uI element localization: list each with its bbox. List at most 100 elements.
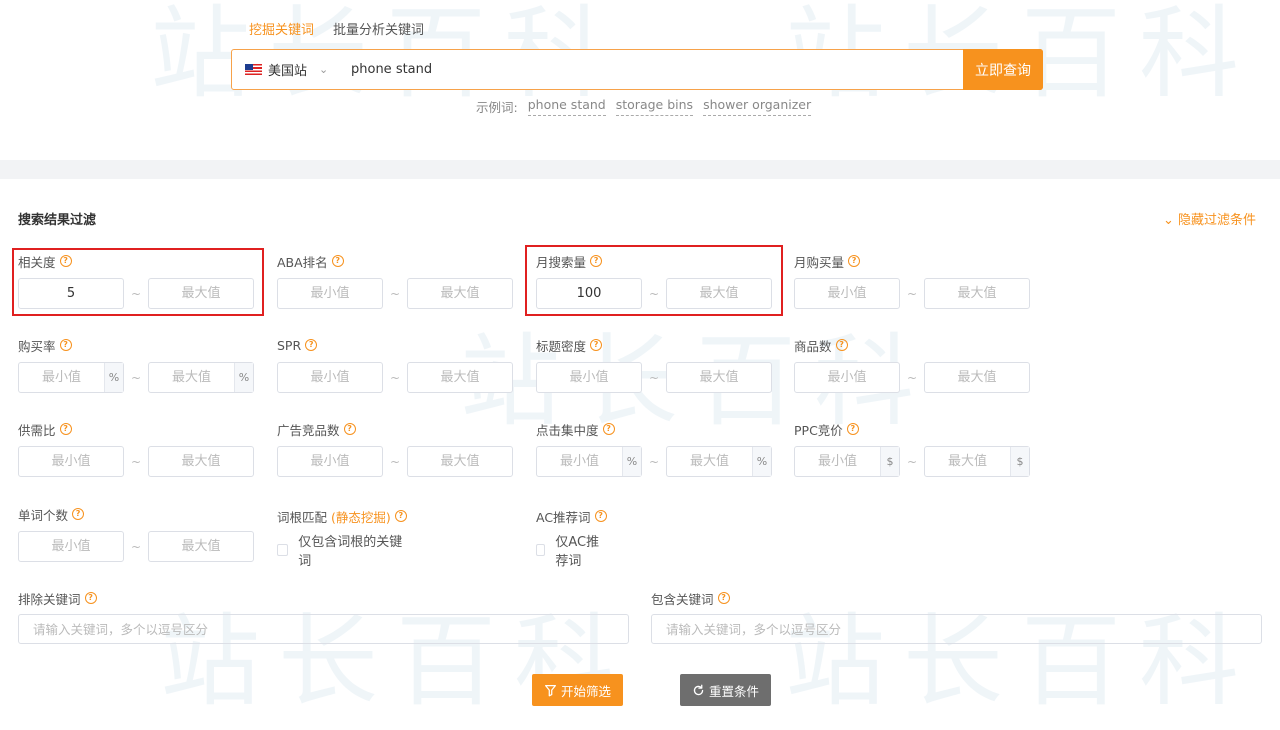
help-icon[interactable]: ? [394, 510, 407, 522]
relevance-min-input[interactable] [19, 279, 123, 308]
max-field: % [666, 446, 772, 477]
ac-only-checkbox[interactable]: 仅AC推荐词 [536, 531, 607, 569]
purchase-rate-min-input[interactable] [19, 363, 104, 392]
help-icon[interactable]: ? [59, 255, 72, 267]
product-count-max-input[interactable] [925, 363, 1029, 392]
help-icon[interactable]: ? [305, 339, 318, 351]
filter-label: 广告竞品数 [277, 422, 340, 438]
click-concentration-max-input[interactable] [667, 447, 752, 476]
help-icon[interactable]: ? [590, 255, 603, 267]
ad-product-count-max-input[interactable] [408, 447, 512, 476]
monthly-purchase-max-input[interactable] [925, 279, 1029, 308]
min-field [18, 531, 124, 562]
supply-demand-max-input[interactable] [149, 447, 253, 476]
help-icon[interactable]: ? [594, 510, 607, 522]
click-concentration-min-input[interactable] [537, 447, 622, 476]
checkbox-box[interactable] [536, 544, 546, 556]
filter-ppc-bid: PPC竞价? $ ~ $ [794, 421, 1030, 477]
purchase-rate-max-input[interactable] [149, 363, 234, 392]
help-icon[interactable]: ? [84, 592, 97, 604]
root-only-checkbox[interactable]: 仅包含词根的关键词 [277, 531, 407, 569]
range-separator: ~ [648, 286, 660, 301]
query-button[interactable]: 立即查询 [963, 49, 1043, 90]
help-icon[interactable]: ? [59, 339, 72, 351]
help-icon[interactable]: ? [717, 592, 730, 604]
chevron-down-icon: ⌄ [319, 63, 329, 76]
search-tabs: 挖掘关键词 批量分析关键词 [249, 19, 424, 42]
help-icon[interactable]: ? [835, 339, 848, 351]
range-separator: ~ [130, 370, 142, 385]
filter-relevance: 相关度? ~ [18, 253, 254, 309]
filter-click-concentration: 点击集中度? % ~ % [536, 421, 772, 477]
filter-label: 单词个数 [18, 507, 69, 523]
filter-spr: SPR? ~ [277, 337, 513, 393]
range-separator: ~ [906, 454, 918, 469]
monthly-purchase-min-input[interactable] [795, 279, 899, 308]
min-field: $ [794, 446, 900, 477]
ad-product-count-min-input[interactable] [278, 447, 382, 476]
ppc-bid-min-input[interactable] [795, 447, 880, 476]
filter-label: ABA排名 [277, 254, 328, 270]
us-flag-icon [245, 64, 262, 75]
filter-label: 商品数 [794, 338, 832, 354]
max-field [924, 278, 1030, 309]
example-keyword-link[interactable]: shower organizer [703, 97, 812, 116]
exclude-keywords-input[interactable] [18, 614, 629, 644]
checkbox-label: 仅AC推荐词 [555, 535, 600, 569]
start-filter-button[interactable]: 开始筛选 [532, 674, 623, 706]
tab-mine-keywords[interactable]: 挖掘关键词 [249, 19, 314, 42]
min-field [794, 278, 900, 309]
product-count-min-input[interactable] [795, 363, 899, 392]
spr-min-input[interactable] [278, 363, 382, 392]
max-field [407, 278, 513, 309]
help-icon[interactable]: ? [590, 339, 603, 351]
help-icon[interactable]: ? [848, 255, 861, 267]
max-field [148, 278, 254, 309]
keyword-search-input[interactable] [332, 50, 963, 89]
monthly-search-max-input[interactable] [667, 279, 771, 308]
static-mining-link[interactable]: (静态挖掘) [331, 507, 391, 526]
filter-purchase-rate: 购买率? % ~ % [18, 337, 254, 393]
aba-rank-min-input[interactable] [278, 279, 382, 308]
filter-title-density: 标题密度? ~ [536, 337, 772, 393]
help-icon[interactable]: ? [331, 255, 344, 267]
help-icon[interactable]: ? [343, 423, 356, 435]
word-count-max-input[interactable] [149, 532, 253, 561]
example-keyword-link[interactable]: phone stand [527, 97, 606, 116]
monthly-search-min-input[interactable] [537, 279, 641, 308]
title-density-max-input[interactable] [667, 363, 771, 392]
help-icon[interactable]: ? [59, 423, 72, 435]
ppc-bid-max-input[interactable] [925, 447, 1010, 476]
help-icon[interactable]: ? [72, 508, 85, 520]
spr-max-input[interactable] [408, 363, 512, 392]
example-keyword-link[interactable]: storage bins [615, 97, 694, 116]
relevance-max-input[interactable] [149, 279, 253, 308]
filter-monthly-purchase: 月购买量? ~ [794, 253, 1030, 309]
supply-demand-min-input[interactable] [19, 447, 123, 476]
range-separator: ~ [648, 454, 660, 469]
hide-filters-toggle[interactable]: ⌄ 隐藏过滤条件 [1163, 209, 1256, 228]
checkbox-box[interactable] [277, 544, 289, 556]
max-field [148, 531, 254, 562]
filter-section-title: 搜索结果过滤 [18, 213, 97, 228]
checkbox-label: 仅包含词根的关键词 [298, 535, 403, 569]
include-keywords-input[interactable] [651, 614, 1262, 644]
reset-button[interactable]: 重置条件 [680, 674, 771, 706]
max-field [924, 362, 1030, 393]
range-separator: ~ [130, 539, 142, 554]
search-bar: 美国站 ⌄ 立即查询 [231, 49, 1043, 90]
max-field [666, 362, 772, 393]
min-field [277, 446, 383, 477]
range-separator: ~ [648, 370, 660, 385]
filter-root-match: 词根匹配 (静态挖掘) ? 仅包含词根的关键词 [277, 507, 407, 569]
title-density-min-input[interactable] [537, 363, 641, 392]
tab-batch-analyze[interactable]: 批量分析关键词 [333, 19, 424, 42]
word-count-min-input[interactable] [19, 532, 123, 561]
site-selector[interactable]: 美国站 ⌄ [232, 60, 332, 79]
percent-unit: % [234, 363, 253, 392]
filter-ac-recommend: AC推荐词? 仅AC推荐词 [536, 508, 607, 569]
help-icon[interactable]: ? [602, 423, 615, 435]
aba-rank-max-input[interactable] [408, 279, 512, 308]
help-icon[interactable]: ? [846, 423, 859, 435]
filter-label: 购买率 [18, 338, 56, 354]
